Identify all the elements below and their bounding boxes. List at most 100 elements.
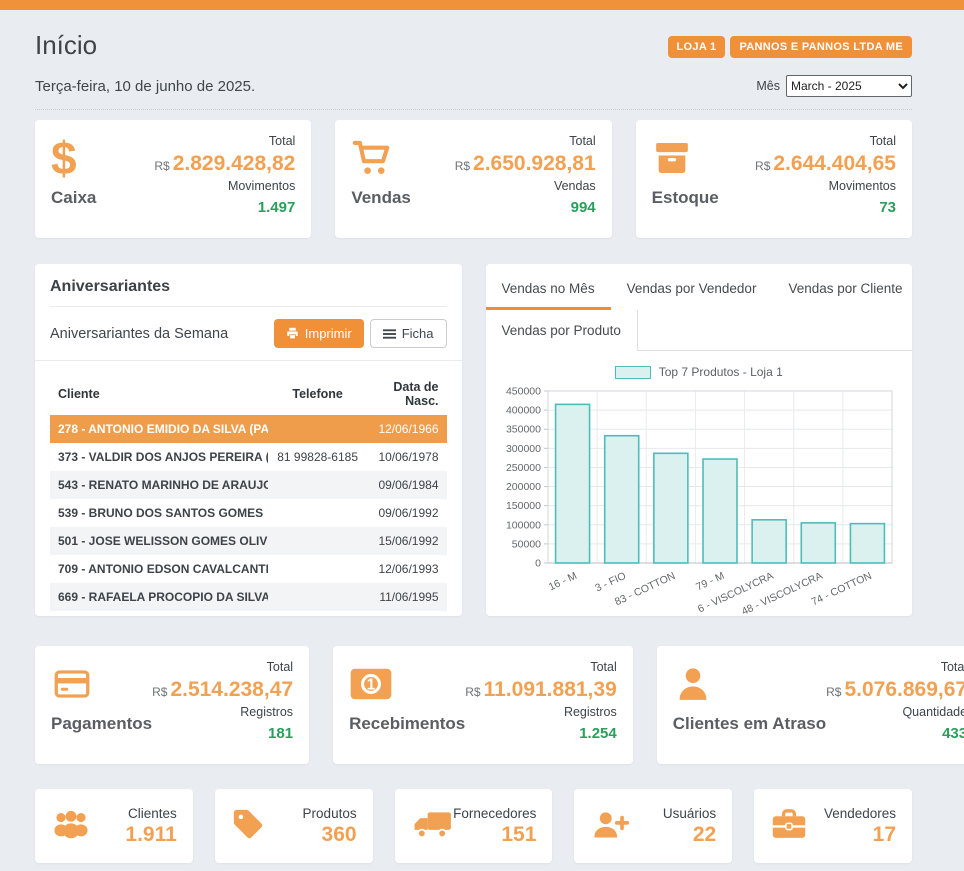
card-clientes[interactable]: Clientes 1.911 [35, 789, 193, 863]
tab-vendas-por-produto[interactable]: Vendas por Produto [486, 310, 638, 351]
y-tick-label: 300000 [506, 443, 541, 455]
table-row[interactable]: 539 - BRUNO DOS SANTOS GOMES09/06/1992 [50, 499, 447, 527]
birthdays-panel: Aniversariantes Aniversariantes da Seman… [35, 264, 462, 616]
birthdays-table: Cliente Telefone Data de Nasc. 278 - ANT… [50, 373, 447, 616]
count-card-value: 22 [663, 823, 716, 847]
cell-telefone [268, 499, 367, 527]
count-value: 73 [755, 196, 896, 219]
count-label: Quantidade [826, 703, 964, 722]
count-card-label: Vendedores [824, 806, 896, 821]
table-row[interactable]: 709 - ANTONIO EDSON CAVALCANTE D...12/06… [50, 555, 447, 583]
table-row[interactable]: 669 - RAFAELA PROCOPIO DA SILVA CA... 11/… [50, 583, 447, 611]
birthdays-table-body: 278 - ANTONIO EMIDIO DA SILVA (PALE...12… [50, 415, 447, 616]
sales-panel: Vendas no Mês Vendas por Vendedor Vendas… [486, 264, 913, 616]
tabs-filler [638, 310, 912, 351]
total-label: Total [455, 132, 596, 151]
cell-nascimento: 11/06/1995 [367, 583, 446, 611]
company-badge[interactable]: PANNOS E PANNOS LTDA ME [730, 36, 912, 58]
card-vendas-right: Total R$2.650.928,81 Vendas 994 [455, 132, 596, 226]
card-caixa-right: Total R$2.829.428,82 Movimentos 1.497 [154, 132, 295, 226]
month-label: Mês [756, 79, 780, 93]
cell-nascimento: 15/06/1992 [367, 527, 446, 555]
count-card-value: 360 [303, 823, 357, 847]
card-caixa[interactable]: $ Caixa Total R$2.829.428,82 Movimentos … [35, 120, 311, 238]
bottom-stat-cards: Pagamentos Total R$2.514.238,47 Registro… [35, 646, 912, 764]
print-button-label: Imprimir [305, 326, 352, 341]
total-value: R$11.091.881,39 [465, 677, 616, 702]
card-produtos-right: Produtos 360 [303, 806, 357, 847]
print-button[interactable]: Imprimir [274, 319, 364, 348]
card-produtos[interactable]: Produtos 360 [215, 789, 373, 863]
cell-telefone [268, 471, 367, 499]
tab-vendas-no-mes[interactable]: Vendas no Mês [486, 268, 611, 310]
cell-nascimento: 10/06/1978 [367, 443, 446, 471]
top-stat-cards: $ Caixa Total R$2.829.428,82 Movimentos … [35, 120, 912, 238]
count-card-value: 1.911 [125, 823, 176, 847]
x-tick-label: 48 - VISCOLYCRA [740, 570, 825, 616]
month-select[interactable]: March - 2025 [786, 75, 912, 97]
cell-nascimento: 09/06/1984 [367, 471, 446, 499]
count-card-label: Fornecedores [453, 806, 536, 821]
cell-cliente: 543 - RENATO MARINHO DE ARAUJO (F... [50, 471, 268, 499]
x-tick-label: 16 - M [547, 570, 579, 593]
panel-divider [35, 360, 462, 361]
card-estoque-right: Total R$2.644.404,65 Movimentos 73 [755, 132, 896, 226]
y-tick-label: 400000 [506, 405, 541, 417]
money-bill-icon: 1 [349, 658, 465, 710]
chart-legend[interactable]: Top 7 Produtos - Loja 1 [615, 365, 783, 379]
card-vendedores-right: Vendedores 17 [824, 806, 896, 847]
count-label: Registros [152, 703, 293, 722]
cell-cliente: 501 - JOSE WELISSON GOMES OLIVEIR... [50, 527, 268, 555]
col-cliente: Cliente [50, 373, 268, 415]
cell-cliente: 539 - BRUNO DOS SANTOS GOMES [50, 499, 268, 527]
cell-nascimento: 12/06/1993 [367, 555, 446, 583]
user-plus-icon [590, 807, 630, 846]
card-title: Estoque [652, 188, 719, 208]
truck-icon [411, 808, 453, 845]
y-tick-label: 150000 [506, 500, 541, 512]
table-row[interactable]: 373 - VALDIR DOS ANJOS PEREIRA (AN...81 … [50, 443, 447, 471]
header: Início LOJA 1 PANNOS E PANNOS LTDA ME [35, 30, 912, 61]
card-clientes-right: Clientes 1.911 [125, 806, 176, 847]
card-vendas[interactable]: Vendas Total R$2.650.928,81 Vendas 994 [335, 120, 611, 238]
y-tick-label: 450000 [506, 386, 541, 398]
cell-cliente: 669 - RAFAELA PROCOPIO DA SILVA CA... [50, 583, 268, 611]
x-tick-label: 79 - M [694, 570, 726, 593]
box-icon [652, 132, 719, 184]
card-vendedores[interactable]: Vendedores 17 [754, 789, 912, 863]
card-pagamentos[interactable]: Pagamentos Total R$2.514.238,47 Registro… [35, 646, 309, 764]
bar [555, 404, 589, 563]
chart-area: Top 7 Produtos - Loja 1 0500001000001500… [486, 365, 913, 616]
tab-vendas-por-cliente[interactable]: Vendas por Cliente [772, 268, 912, 310]
table-row[interactable]: 309 - ANA SEVERINA PAES DA SILVA81 99671… [50, 611, 447, 616]
card-usuarios[interactable]: Usuários 22 [574, 789, 732, 863]
card-title: Clientes em Atraso [673, 714, 826, 734]
sales-tabs-row1: Vendas no Mês Vendas por Vendedor Vendas… [486, 264, 913, 310]
card-clientes-atraso[interactable]: Clientes em Atraso Total R$5.076.869,67 … [657, 646, 964, 764]
y-tick-label: 350000 [506, 424, 541, 436]
bar-chart: 0500001000001500002000002500003000003500… [498, 383, 900, 616]
bar [654, 453, 688, 563]
table-row[interactable]: 501 - JOSE WELISSON GOMES OLIVEIR... 15/0… [50, 527, 447, 555]
ficha-button-label: Ficha [402, 326, 434, 341]
card-fornecedores[interactable]: Fornecedores 151 [395, 789, 553, 863]
count-card-label: Produtos [303, 806, 357, 821]
cell-telefone [268, 583, 367, 611]
card-recebimentos[interactable]: 1 Recebimentos Total R$11.091.881,39 Reg… [333, 646, 633, 764]
table-row[interactable]: 543 - RENATO MARINHO DE ARAUJO (F... 09/0… [50, 471, 447, 499]
card-usuarios-right: Usuários 22 [663, 806, 716, 847]
card-recebimentos-right: Total R$11.091.881,39 Registros 1.254 [465, 658, 616, 752]
count-card-value: 151 [453, 823, 536, 847]
tab-vendas-por-vendedor[interactable]: Vendas por Vendedor [611, 268, 773, 310]
legend-label: Top 7 Produtos - Loja 1 [659, 365, 783, 379]
cell-telefone [268, 527, 367, 555]
card-recebimentos-left: 1 Recebimentos [349, 658, 465, 752]
ficha-button[interactable]: Ficha [370, 319, 447, 348]
table-row[interactable]: 278 - ANTONIO EMIDIO DA SILVA (PALE...12… [50, 415, 447, 443]
list-icon [383, 328, 396, 340]
count-label: Registros [465, 703, 616, 722]
store-badge[interactable]: LOJA 1 [668, 36, 726, 58]
table-header-row: Cliente Telefone Data de Nasc. [50, 373, 447, 415]
card-estoque[interactable]: Estoque Total R$2.644.404,65 Movimentos … [636, 120, 912, 238]
total-label: Total [152, 658, 293, 677]
